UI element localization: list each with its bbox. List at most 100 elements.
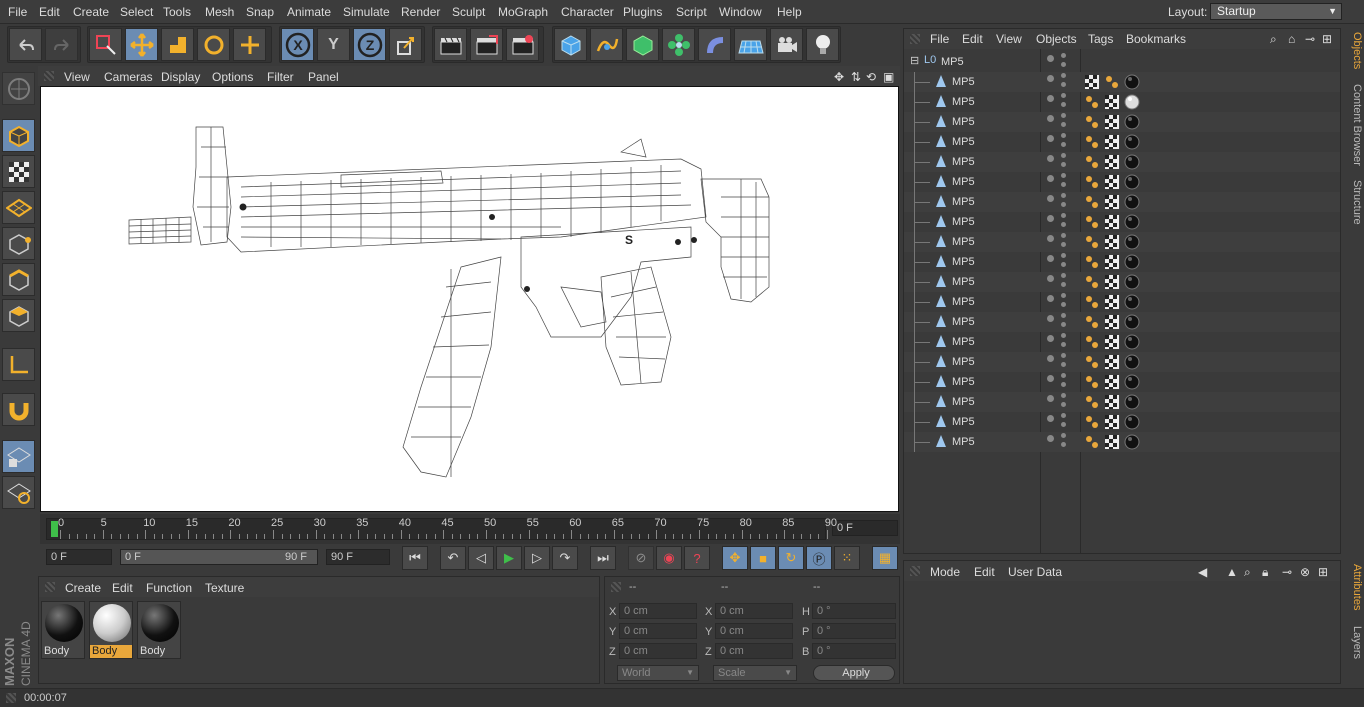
object-row[interactable]: MP5 bbox=[904, 312, 1340, 332]
panel-grip-icon[interactable] bbox=[44, 71, 54, 81]
viewport-menu-options[interactable]: Options bbox=[212, 70, 253, 84]
material-tag-icon[interactable] bbox=[1124, 194, 1140, 210]
object-row[interactable]: MP5 bbox=[904, 192, 1340, 212]
editor-visibility-dot[interactable] bbox=[1047, 335, 1054, 342]
render-visibility-dot[interactable] bbox=[1061, 253, 1066, 258]
uvw-tag-icon[interactable] bbox=[1104, 394, 1120, 410]
material-tag-icon[interactable] bbox=[1124, 334, 1140, 350]
object-row[interactable]: MP5 bbox=[904, 432, 1340, 452]
object-row[interactable]: MP5 bbox=[904, 212, 1340, 232]
menu-snap[interactable]: Snap bbox=[246, 5, 274, 19]
phong-tag-icon[interactable] bbox=[1084, 234, 1100, 250]
panel-grip-icon[interactable] bbox=[910, 566, 920, 576]
uvw-tag-icon[interactable] bbox=[1104, 174, 1120, 190]
render-visibility-dot[interactable] bbox=[1061, 102, 1066, 107]
material-tag-icon[interactable] bbox=[1124, 374, 1140, 390]
render-visibility-dot[interactable] bbox=[1061, 442, 1066, 447]
link-icon[interactable]: ⊸ bbox=[1282, 565, 1292, 579]
axis-mode-button[interactable] bbox=[2, 348, 35, 381]
render-visibility-dot[interactable] bbox=[1061, 173, 1066, 178]
phong-tag-icon[interactable] bbox=[1084, 134, 1100, 150]
link-icon[interactable]: ⊸ bbox=[1305, 32, 1315, 46]
object-menu-view[interactable]: View bbox=[996, 32, 1022, 46]
editor-visibility-dot[interactable] bbox=[1047, 75, 1054, 82]
snap-button[interactable] bbox=[2, 393, 35, 426]
tab-content-browser[interactable]: Content Browser bbox=[1345, 84, 1363, 166]
tab-attributes[interactable]: Attributes bbox=[1345, 564, 1363, 610]
polygon-mode-button[interactable] bbox=[2, 299, 35, 332]
timeline-window-button[interactable]: ▦ bbox=[872, 546, 898, 570]
model-mode-button[interactable] bbox=[2, 119, 35, 152]
attribute-menu-mode[interactable]: Mode bbox=[930, 565, 960, 579]
editor-visibility-dot[interactable] bbox=[1047, 135, 1054, 142]
uvw-tag-icon[interactable] bbox=[1104, 374, 1120, 390]
floor-button[interactable] bbox=[734, 28, 767, 61]
object-row-root[interactable]: ⊟ L0 MP5 bbox=[904, 52, 1340, 72]
apply-button[interactable]: Apply bbox=[813, 665, 895, 681]
material-menu-texture[interactable]: Texture bbox=[205, 581, 244, 595]
material-tag-icon[interactable] bbox=[1124, 74, 1140, 90]
phong-tag-icon[interactable] bbox=[1084, 374, 1100, 390]
previous-frame-button[interactable]: ◁ bbox=[468, 546, 494, 570]
phong-tag-icon[interactable] bbox=[1084, 114, 1100, 130]
phong-tag-icon[interactable] bbox=[1084, 314, 1100, 330]
uvw-tag-icon[interactable] bbox=[1104, 294, 1120, 310]
render-visibility-dot[interactable] bbox=[1061, 113, 1066, 118]
material-tag-icon[interactable] bbox=[1124, 174, 1140, 190]
rot-h-field[interactable]: 0 ° bbox=[812, 603, 896, 619]
texture-mode-button[interactable] bbox=[2, 155, 35, 188]
phong-tag-icon[interactable] bbox=[1084, 294, 1100, 310]
up-arrow-icon[interactable]: ▲ bbox=[1226, 565, 1238, 579]
menu-character[interactable]: Character bbox=[561, 5, 614, 19]
uvw-tag-icon[interactable] bbox=[1104, 254, 1120, 270]
uvw-tag-icon[interactable] bbox=[1104, 134, 1120, 150]
menu-script[interactable]: Script bbox=[676, 5, 707, 19]
next-key-button[interactable]: ↷ bbox=[552, 546, 578, 570]
object-menu-bookmarks[interactable]: Bookmarks bbox=[1126, 32, 1186, 46]
phong-tag-icon[interactable] bbox=[1084, 94, 1100, 110]
object-row[interactable]: MP5 bbox=[904, 92, 1340, 112]
lock-workplane-button[interactable] bbox=[2, 440, 35, 473]
key-pla-button[interactable]: ⁙ bbox=[834, 546, 860, 570]
object-menu-objects[interactable]: Objects bbox=[1036, 32, 1077, 46]
cube-button[interactable] bbox=[554, 28, 587, 61]
render-visibility-dot[interactable] bbox=[1061, 382, 1066, 387]
render-visibility-dot[interactable] bbox=[1061, 413, 1066, 418]
editor-visibility-dot[interactable] bbox=[1047, 175, 1054, 182]
spline-button[interactable] bbox=[590, 28, 623, 61]
material-tag-icon[interactable] bbox=[1124, 134, 1140, 150]
render-visibility-dot[interactable] bbox=[1061, 373, 1066, 378]
editor-visibility-dot[interactable] bbox=[1047, 155, 1054, 162]
object-menu-edit[interactable]: Edit bbox=[962, 32, 983, 46]
phong-tag-icon[interactable] bbox=[1084, 274, 1100, 290]
panel-grip-icon[interactable] bbox=[45, 582, 55, 592]
uvw-tag-icon[interactable] bbox=[1104, 334, 1120, 350]
material-tag-icon[interactable] bbox=[1124, 274, 1140, 290]
menu-simulate[interactable]: Simulate bbox=[343, 5, 390, 19]
array-button[interactable] bbox=[662, 28, 695, 61]
editor-visibility-dot[interactable] bbox=[1047, 395, 1054, 402]
editor-visibility-dot[interactable] bbox=[1047, 255, 1054, 262]
material-tag-icon[interactable] bbox=[1124, 114, 1140, 130]
render-visibility-dot[interactable] bbox=[1061, 433, 1066, 438]
render-visibility-dot[interactable] bbox=[1061, 293, 1066, 298]
render-view-button[interactable] bbox=[434, 28, 467, 61]
render-visibility-dot[interactable] bbox=[1061, 213, 1066, 218]
layout-select[interactable]: Startup ▼ bbox=[1210, 3, 1342, 20]
render-visibility-dot[interactable] bbox=[1061, 273, 1066, 278]
nurbs-button[interactable] bbox=[626, 28, 659, 61]
menu-animate[interactable]: Animate bbox=[287, 5, 331, 19]
material-menu-function[interactable]: Function bbox=[146, 581, 192, 595]
render-visibility-dot[interactable] bbox=[1061, 93, 1066, 98]
editor-visibility-dot[interactable] bbox=[1047, 275, 1054, 282]
object-menu-file[interactable]: File bbox=[930, 32, 949, 46]
menu-sculpt[interactable]: Sculpt bbox=[452, 5, 485, 19]
viewport-menu-panel[interactable]: Panel bbox=[308, 70, 339, 84]
render-visibility-dot[interactable] bbox=[1061, 153, 1066, 158]
render-visibility-dot[interactable] bbox=[1061, 193, 1066, 198]
object-row[interactable]: MP5 bbox=[904, 272, 1340, 292]
render-visibility-dot[interactable] bbox=[1061, 142, 1066, 147]
editor-visibility-dot[interactable] bbox=[1047, 55, 1054, 62]
search-icon[interactable]: ⌕ bbox=[1270, 32, 1277, 47]
phong-tag-icon[interactable] bbox=[1084, 194, 1100, 210]
